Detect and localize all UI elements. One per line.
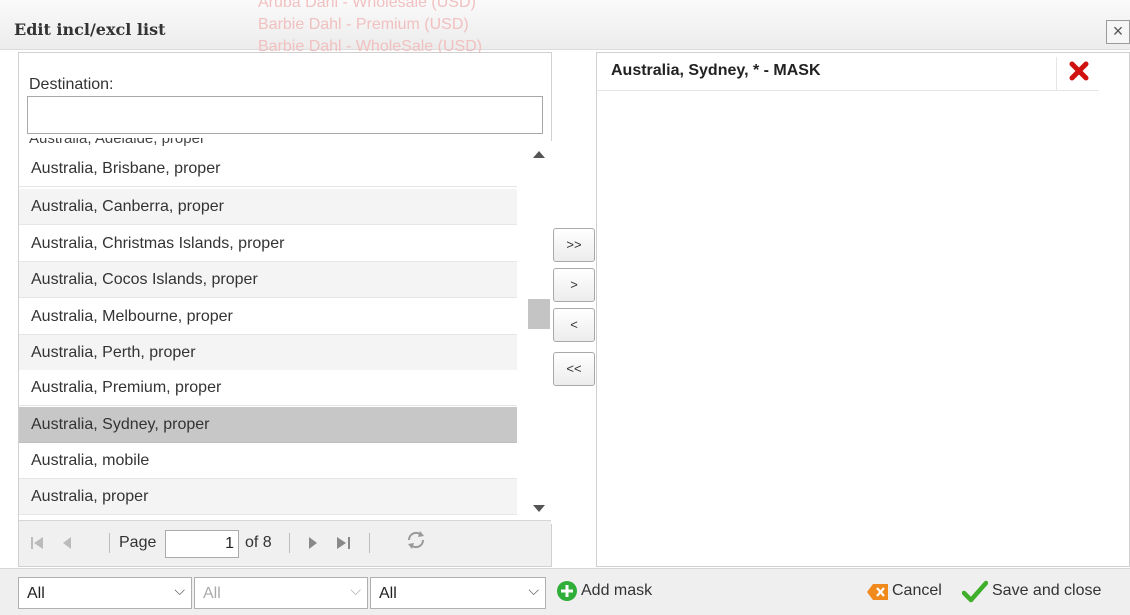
list-item-label: Australia, Canberra, proper xyxy=(31,198,224,215)
destination-label: Destination: xyxy=(29,76,114,93)
close-button[interactable]: × xyxy=(1106,20,1130,44)
refresh-icon[interactable] xyxy=(405,529,427,551)
list-item-label: Australia, Christmas Islands, proper xyxy=(31,235,285,252)
divider xyxy=(369,533,370,553)
list-item-label: Australia, proper xyxy=(31,488,149,505)
page-label: Page xyxy=(119,534,157,551)
scroll-up-icon[interactable] xyxy=(533,151,545,158)
divider xyxy=(109,533,110,553)
page-number-input[interactable] xyxy=(165,530,239,558)
background-text: Aruba Dahl - Wholesale (USD) xyxy=(258,0,476,11)
save-and-close-button[interactable]: Save and close xyxy=(962,580,1128,604)
list-scrollbar[interactable] xyxy=(525,141,553,524)
list-item-label: Australia, Perth, proper xyxy=(31,344,196,361)
next-page-icon[interactable] xyxy=(305,535,321,551)
footer-bar: All ⌵ All ⌵ All ⌵ Add mask Cancel Save and … xyxy=(0,568,1130,615)
selected-panel: Australia, Sydney, * - MASK xyxy=(596,52,1130,567)
list-item[interactable]: Australia, Perth, proper xyxy=(19,335,517,371)
list-item[interactable]: Australia, Cocos Islands, proper xyxy=(19,262,517,298)
first-page-icon[interactable] xyxy=(29,535,45,551)
list-item[interactable]: Australia, proper xyxy=(19,479,517,515)
last-page-icon[interactable] xyxy=(335,535,353,551)
dialog-titlebar: Aruba Dahl - Wholesale (USD) Barbie Dahl… xyxy=(0,0,1130,55)
list-item[interactable]: Australia, Canberra, proper xyxy=(19,189,517,225)
delete-item-button[interactable] xyxy=(1056,57,1100,91)
selected-item[interactable]: Australia, Sydney, * - MASK xyxy=(597,53,1099,91)
list-item[interactable]: Australia, Sydney, proper xyxy=(19,407,517,443)
list-item-label: Australia, Sydney, proper xyxy=(31,416,210,433)
pager: Page of 8 xyxy=(19,520,551,566)
page-count: of 8 xyxy=(245,534,272,551)
remove-button[interactable]: < xyxy=(553,308,595,342)
add-button[interactable]: > xyxy=(553,268,595,302)
scroll-down-icon[interactable] xyxy=(533,505,545,512)
plus-circle-icon xyxy=(557,581,577,601)
destination-input[interactable] xyxy=(27,96,543,134)
list-item-label: Australia, Premium, proper xyxy=(31,379,222,396)
chevron-down-icon: ⌵ xyxy=(350,582,361,598)
checkmark-icon xyxy=(962,580,988,603)
dialog-title: Edit incl/excl list xyxy=(14,20,166,39)
delete-x-icon xyxy=(1069,61,1089,81)
filter-select-2[interactable]: All ⌵ xyxy=(194,577,368,609)
previous-page-icon[interactable] xyxy=(59,535,75,551)
filter-select-3[interactable]: All ⌵ xyxy=(370,577,546,609)
cancel-button[interactable]: Cancel xyxy=(866,580,954,604)
list-item-label: Australia, Cocos Islands, proper xyxy=(31,271,258,288)
chevron-down-icon: ⌵ xyxy=(174,582,185,598)
selected-item-label: Australia, Sydney, * - MASK xyxy=(611,62,821,79)
scroll-thumb[interactable] xyxy=(528,299,550,329)
filter-select-1[interactable]: All ⌵ xyxy=(18,577,192,609)
destination-panel: Destination: Australia, Adelaide, proper… xyxy=(18,52,553,567)
divider xyxy=(289,533,290,553)
list-item[interactable]: Australia, Premium, proper xyxy=(19,370,517,406)
list-item-partial[interactable]: Australia, Adelaide, proper xyxy=(19,138,517,150)
add-mask-button[interactable]: Add mask xyxy=(556,580,686,604)
list-item-label: Australia, Brisbane, proper xyxy=(31,160,221,177)
background-text: Barbie Dahl - Premium (USD) xyxy=(258,16,469,33)
list-item-label: Australia, mobile xyxy=(31,452,150,469)
list-item-label: Australia, Melbourne, proper xyxy=(31,308,233,325)
list-item[interactable]: Australia, Melbourne, proper xyxy=(19,299,517,335)
list-item[interactable]: Australia, Brisbane, proper xyxy=(19,151,517,187)
list-item[interactable]: Australia, Christmas Islands, proper xyxy=(19,226,517,262)
chevron-down-icon: ⌵ xyxy=(528,582,539,598)
backspace-x-icon xyxy=(867,584,888,600)
list-item[interactable]: Australia, mobile xyxy=(19,443,517,479)
remove-all-button[interactable]: << xyxy=(553,352,595,386)
add-all-button[interactable]: >> xyxy=(553,228,595,262)
